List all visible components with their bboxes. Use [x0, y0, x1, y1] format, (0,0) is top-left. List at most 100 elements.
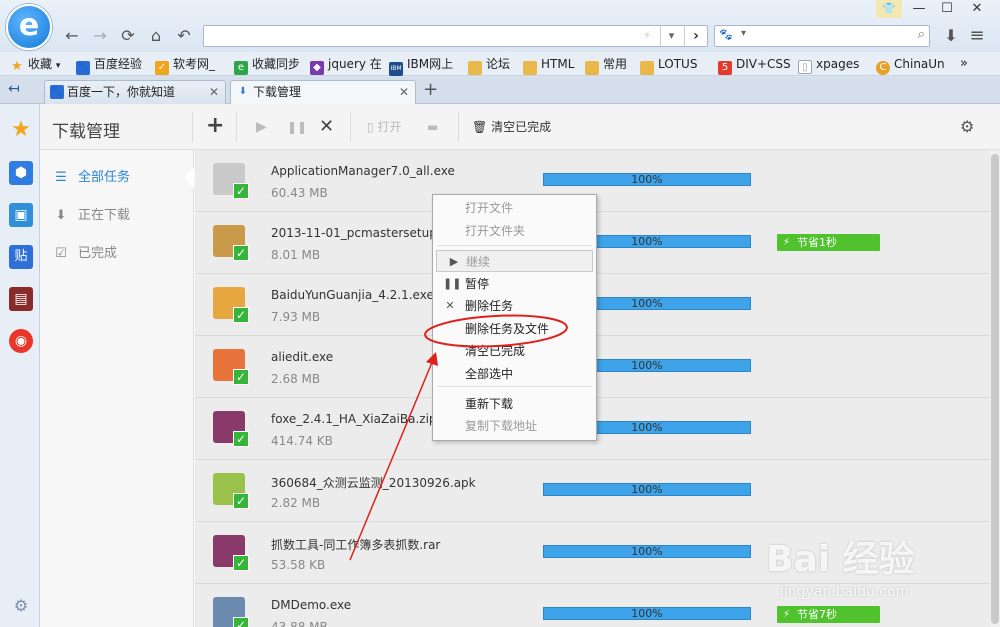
bookmark-xpages[interactable]: ▯ xpages: [798, 56, 859, 74]
menu-clear-completed[interactable]: 清空已完成: [433, 340, 596, 362]
progress-bar: 100%: [543, 173, 751, 186]
progress-bar: 100%: [543, 483, 751, 496]
sidebar-settings-icon[interactable]: ⚙: [9, 594, 33, 618]
menu-item-label: 打开文件夹: [465, 224, 526, 238]
bookmark-changyong[interactable]: ▬ 常用: [585, 56, 627, 75]
jquery-icon: ◆: [310, 61, 324, 75]
bookmark-jquery[interactable]: ◆ jquery 在: [310, 56, 382, 75]
delete-button[interactable]: ✕: [319, 116, 334, 138]
search-icon[interactable]: ⌕: [918, 27, 925, 42]
minimize-button[interactable]: —: [904, 0, 934, 18]
forward-button[interactable]: →: [90, 26, 110, 46]
close-tab-icon[interactable]: ✕: [399, 81, 409, 103]
tab-baidu[interactable]: 🐾 百度一下，你就知道 ✕: [44, 80, 226, 104]
bookmark-baidu-jingyan[interactable]: 🐾 百度经验: [76, 56, 142, 75]
download-icon[interactable]: ⬇: [941, 26, 961, 46]
download-row[interactable]: ✓ 360684_众测云监测_20130926.apk 2.82 MB 100%: [195, 460, 990, 522]
image-icon[interactable]: ▣: [9, 203, 33, 227]
open-folder-icon[interactable]: ▬: [427, 116, 438, 138]
lightning-icon[interactable]: ⚡: [636, 26, 658, 46]
folder-icon: ▬: [468, 61, 482, 75]
home-button[interactable]: ⌂: [146, 26, 166, 46]
search-engine-dropdown-icon[interactable]: ▾: [741, 28, 746, 39]
bookmarks-more-button[interactable]: »: [960, 56, 968, 72]
search-engine-icon[interactable]: 🐾: [719, 28, 733, 41]
ie-icon: e: [234, 61, 248, 75]
start-button[interactable]: ▶: [256, 116, 267, 138]
bookmark-lotus[interactable]: ▬ LOTUS: [640, 56, 697, 75]
sidebar-toggle-icon[interactable]: ↤: [8, 81, 20, 97]
menu-pause[interactable]: ❚❚ 暂停: [433, 273, 596, 295]
menu-item-label: 打开文件: [465, 201, 514, 215]
file-size: 2.82 MB: [271, 496, 321, 510]
menu-delete-task[interactable]: ✕ 删除任务: [433, 295, 596, 317]
weibo-icon[interactable]: ◉: [9, 329, 33, 353]
undo-close-button[interactable]: ↶: [174, 26, 194, 46]
go-icon[interactable]: ›: [684, 26, 707, 46]
menu-select-all[interactable]: 全部选中: [433, 363, 596, 385]
reader-icon[interactable]: ▤: [9, 287, 33, 311]
browser-logo[interactable]: e: [6, 4, 52, 50]
file-name: DMDemo.exe: [271, 598, 352, 612]
menu-copy-url[interactable]: 复制下载地址: [433, 415, 596, 437]
menu-separator: [437, 386, 592, 387]
bookmark-favorites[interactable]: ★ 收藏 ▾: [10, 56, 60, 74]
menu-open-folder[interactable]: 打开文件夹: [433, 220, 596, 242]
pause-button[interactable]: ❚❚: [287, 116, 307, 138]
bookmark-ruankao[interactable]: ✓ 软考网_: [155, 56, 215, 75]
bookmark-chinaun[interactable]: C ChinaUn: [876, 56, 945, 75]
close-window-button[interactable]: ✕: [962, 0, 992, 18]
completed-check-icon: ✓: [233, 617, 249, 627]
completed-check-icon: ✓: [233, 369, 249, 385]
add-task-button[interactable]: +: [206, 115, 224, 138]
open-file-button[interactable]: ▯ 打开: [367, 116, 401, 138]
menu-resume[interactable]: ▶ 继续: [436, 250, 593, 272]
tab-download-manager[interactable]: ⬇ 下载管理 ✕: [230, 80, 416, 104]
file-size: 414.74 KB: [271, 434, 333, 448]
tieba-icon[interactable]: 贴: [9, 245, 33, 269]
bookmark-divcss[interactable]: 5 DIV+CSS: [718, 56, 791, 75]
refresh-button[interactable]: ⟳: [118, 26, 138, 46]
checkbox-icon: ☑: [55, 246, 67, 261]
address-bar[interactable]: ⚡ ▾ ›: [203, 25, 708, 47]
bookmark-html[interactable]: ▬ HTML: [523, 56, 574, 75]
bookmark-ibm[interactable]: IBM IBM网上: [389, 56, 453, 76]
address-dropdown-icon[interactable]: ▾: [660, 26, 682, 46]
scrollbar-thumb[interactable]: [991, 154, 999, 624]
folder-icon: ▬: [585, 61, 599, 75]
scrollbar[interactable]: [990, 150, 1000, 627]
pause-icon: ❚❚: [443, 277, 462, 290]
new-tab-button[interactable]: +: [423, 79, 438, 100]
menu-item-label: 暂停: [465, 277, 490, 291]
favorites-star-icon[interactable]: ★: [9, 118, 33, 142]
nav-completed[interactable]: ☑ 已完成: [52, 244, 117, 264]
menu-item-label: 删除任务及文件: [465, 322, 550, 336]
div-css-icon: 5: [718, 61, 732, 75]
baidu-paw-icon: 🐾: [50, 85, 64, 99]
baidu-watermark-logo: Bai 经验: [766, 539, 915, 580]
skin-icon[interactable]: 👕: [876, 0, 902, 18]
maximize-button[interactable]: ☐: [932, 0, 962, 18]
settings-gear-icon[interactable]: ⚙: [960, 116, 974, 138]
file-name: 360684_众测云监测_20130926.apk: [271, 476, 476, 490]
menu-separator: [437, 245, 592, 246]
close-tab-icon[interactable]: ✕: [209, 81, 219, 103]
nav-downloading[interactable]: ⬇ 正在下载: [52, 206, 130, 226]
bookmark-luntan[interactable]: ▬ 论坛: [468, 56, 510, 75]
search-box[interactable]: 🐾 ▾ ⌕: [714, 25, 930, 47]
ibm-icon: IBM: [389, 62, 403, 76]
file-size: 43.88 MB: [271, 620, 328, 627]
browser-sidebar: ★ ⬢ ▣ 贴 ▤ ◉ ⚙: [0, 104, 40, 627]
file-name: BaiduYunGuanjia_4.2.1.exe: [271, 288, 434, 302]
toolbar-divider: [350, 112, 351, 142]
back-button[interactable]: ←: [62, 26, 82, 46]
clear-completed-button[interactable]: 🗑 清空已完成: [472, 116, 551, 138]
app-center-icon[interactable]: ⬢: [9, 161, 33, 185]
menu-open-file[interactable]: 打开文件: [433, 197, 596, 219]
menu-redownload[interactable]: 重新下载: [433, 393, 596, 415]
menu-delete-task-and-file[interactable]: 删除任务及文件: [433, 318, 596, 340]
file-size: 60.43 MB: [271, 186, 328, 200]
menu-icon[interactable]: ≡: [967, 26, 987, 46]
nav-all-tasks[interactable]: ☰ 全部任务: [52, 168, 130, 188]
bookmark-sync[interactable]: e 收藏同步: [234, 56, 300, 75]
